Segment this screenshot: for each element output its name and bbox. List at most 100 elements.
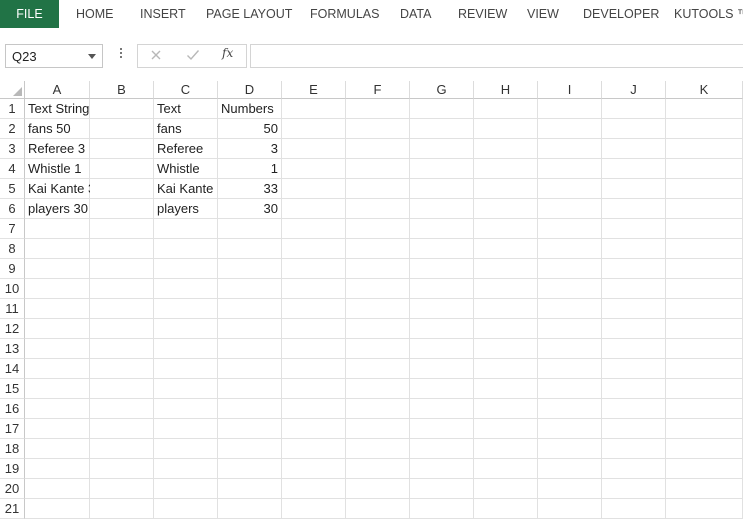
cell-b8[interactable] xyxy=(90,239,154,259)
cell-j4[interactable] xyxy=(602,159,666,179)
cell-h18[interactable] xyxy=(474,439,538,459)
row-header-10[interactable]: 10 xyxy=(0,279,25,299)
cell-g7[interactable] xyxy=(410,219,474,239)
cell-k19[interactable] xyxy=(666,459,743,479)
cell-c10[interactable] xyxy=(154,279,218,299)
cell-i11[interactable] xyxy=(538,299,602,319)
cell-d16[interactable] xyxy=(218,399,282,419)
cell-c17[interactable] xyxy=(154,419,218,439)
cell-d9[interactable] xyxy=(218,259,282,279)
cell-f4[interactable] xyxy=(346,159,410,179)
tab-developer[interactable]: DEVELOPER xyxy=(583,0,659,28)
cell-j14[interactable] xyxy=(602,359,666,379)
cell-j12[interactable] xyxy=(602,319,666,339)
cell-c13[interactable] xyxy=(154,339,218,359)
cell-g3[interactable] xyxy=(410,139,474,159)
cell-k5[interactable] xyxy=(666,179,743,199)
cell-c6[interactable]: players xyxy=(154,199,218,219)
cell-b21[interactable] xyxy=(90,499,154,519)
tab-data[interactable]: DATA xyxy=(400,0,431,28)
cell-b7[interactable] xyxy=(90,219,154,239)
cell-c15[interactable] xyxy=(154,379,218,399)
cell-e15[interactable] xyxy=(282,379,346,399)
cell-e14[interactable] xyxy=(282,359,346,379)
cell-i10[interactable] xyxy=(538,279,602,299)
row-header-16[interactable]: 16 xyxy=(0,399,25,419)
cell-h17[interactable] xyxy=(474,419,538,439)
cell-d17[interactable] xyxy=(218,419,282,439)
cell-i14[interactable] xyxy=(538,359,602,379)
cell-f20[interactable] xyxy=(346,479,410,499)
cell-h3[interactable] xyxy=(474,139,538,159)
cell-b15[interactable] xyxy=(90,379,154,399)
cell-i4[interactable] xyxy=(538,159,602,179)
cell-a16[interactable] xyxy=(25,399,90,419)
cell-i2[interactable] xyxy=(538,119,602,139)
cell-k11[interactable] xyxy=(666,299,743,319)
cell-b10[interactable] xyxy=(90,279,154,299)
cell-k16[interactable] xyxy=(666,399,743,419)
tab-insert[interactable]: INSERT xyxy=(140,0,186,28)
cell-d4[interactable]: 1 xyxy=(218,159,282,179)
cell-e7[interactable] xyxy=(282,219,346,239)
cell-g2[interactable] xyxy=(410,119,474,139)
cell-a14[interactable] xyxy=(25,359,90,379)
row-header-8[interactable]: 8 xyxy=(0,239,25,259)
cell-c16[interactable] xyxy=(154,399,218,419)
row-header-4[interactable]: 4 xyxy=(0,159,25,179)
cell-d19[interactable] xyxy=(218,459,282,479)
insert-function-button[interactable]: fx xyxy=(222,46,233,60)
cell-h2[interactable] xyxy=(474,119,538,139)
column-header-k[interactable]: K xyxy=(666,81,743,99)
cell-g14[interactable] xyxy=(410,359,474,379)
cell-g4[interactable] xyxy=(410,159,474,179)
cell-d6[interactable]: 30 xyxy=(218,199,282,219)
cell-c7[interactable] xyxy=(154,219,218,239)
cell-d10[interactable] xyxy=(218,279,282,299)
cell-f17[interactable] xyxy=(346,419,410,439)
cell-e11[interactable] xyxy=(282,299,346,319)
cell-j16[interactable] xyxy=(602,399,666,419)
row-header-3[interactable]: 3 xyxy=(0,139,25,159)
cell-h21[interactable] xyxy=(474,499,538,519)
cell-a6[interactable]: players 30 xyxy=(25,199,90,219)
cell-d2[interactable]: 50 xyxy=(218,119,282,139)
cell-k14[interactable] xyxy=(666,359,743,379)
cell-g10[interactable] xyxy=(410,279,474,299)
cell-g8[interactable] xyxy=(410,239,474,259)
cell-a21[interactable] xyxy=(25,499,90,519)
cell-d20[interactable] xyxy=(218,479,282,499)
cell-g6[interactable] xyxy=(410,199,474,219)
cell-d14[interactable] xyxy=(218,359,282,379)
cell-k15[interactable] xyxy=(666,379,743,399)
tab-page-layout[interactable]: PAGE LAYOUT xyxy=(206,0,292,28)
cell-a2[interactable]: fans 50 xyxy=(25,119,90,139)
cell-a15[interactable] xyxy=(25,379,90,399)
cell-e6[interactable] xyxy=(282,199,346,219)
cell-e8[interactable] xyxy=(282,239,346,259)
cell-h8[interactable] xyxy=(474,239,538,259)
cell-b13[interactable] xyxy=(90,339,154,359)
cell-j9[interactable] xyxy=(602,259,666,279)
cell-f10[interactable] xyxy=(346,279,410,299)
cell-i8[interactable] xyxy=(538,239,602,259)
tab-home[interactable]: HOME xyxy=(76,0,114,28)
cell-h1[interactable] xyxy=(474,99,538,119)
column-header-i[interactable]: I xyxy=(538,81,602,99)
cell-c1[interactable]: Text xyxy=(154,99,218,119)
cell-f7[interactable] xyxy=(346,219,410,239)
cell-g16[interactable] xyxy=(410,399,474,419)
cell-e12[interactable] xyxy=(282,319,346,339)
cell-a7[interactable] xyxy=(25,219,90,239)
cell-j19[interactable] xyxy=(602,459,666,479)
row-header-13[interactable]: 13 xyxy=(0,339,25,359)
cell-e19[interactable] xyxy=(282,459,346,479)
cell-j8[interactable] xyxy=(602,239,666,259)
cell-a5[interactable]: Kai Kante 33 xyxy=(25,179,102,199)
cell-a18[interactable] xyxy=(25,439,90,459)
cell-e9[interactable] xyxy=(282,259,346,279)
cell-a17[interactable] xyxy=(25,419,90,439)
column-header-d[interactable]: D xyxy=(218,81,282,99)
cell-i6[interactable] xyxy=(538,199,602,219)
cell-f13[interactable] xyxy=(346,339,410,359)
